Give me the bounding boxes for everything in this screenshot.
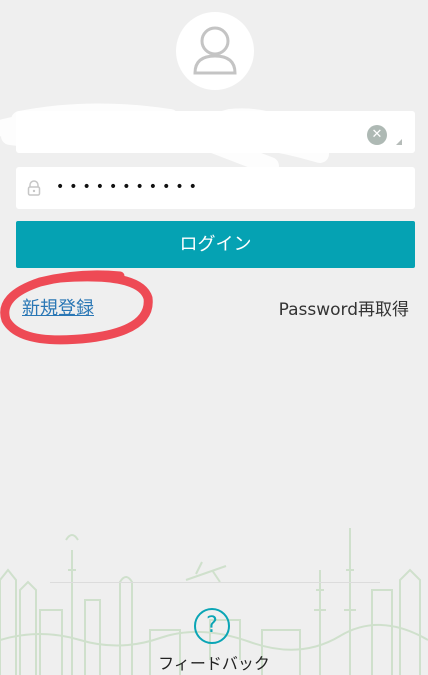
- dropdown-corner-icon: [396, 139, 402, 145]
- login-button[interactable]: ログイン: [16, 221, 415, 268]
- signup-link[interactable]: 新規登録: [22, 294, 94, 320]
- footer-divider: [50, 582, 380, 583]
- user-avatar: [176, 12, 254, 90]
- feedback-icon[interactable]: ?: [194, 608, 230, 644]
- feedback-label[interactable]: フィードバック: [0, 650, 428, 674]
- clear-icon[interactable]: ✕: [367, 125, 387, 145]
- redaction-scribble: [0, 103, 329, 175]
- user-silhouette-icon: [193, 26, 237, 75]
- password-value: •••••••••••: [56, 179, 202, 195]
- lock-icon: [27, 180, 41, 196]
- password-reset-link[interactable]: Password再取得: [279, 295, 409, 320]
